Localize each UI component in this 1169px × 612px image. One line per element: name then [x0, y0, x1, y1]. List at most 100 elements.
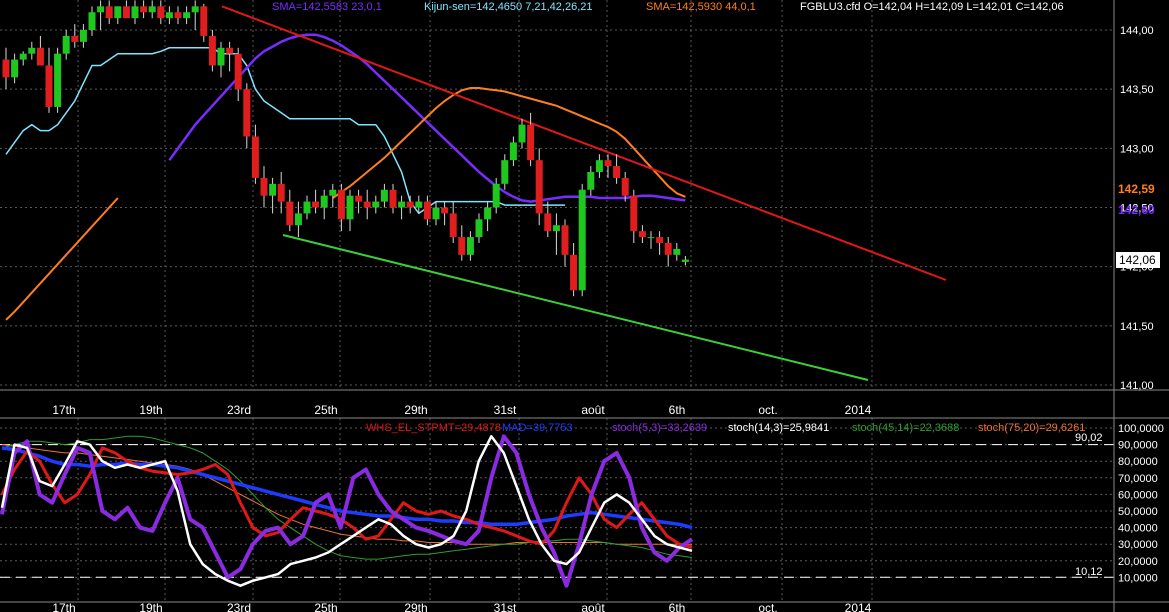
candle-body — [174, 12, 182, 19]
candle-body — [630, 195, 638, 232]
candle-body — [544, 213, 552, 232]
price-tick-label: 141,50 — [1120, 321, 1154, 333]
candle-body — [595, 160, 603, 172]
candle-body — [28, 47, 36, 54]
candle-body — [621, 177, 629, 196]
candle-body — [423, 201, 431, 220]
candle-body — [200, 6, 208, 36]
sma-44-line — [332, 87, 686, 199]
candle-body — [389, 189, 397, 208]
time-tick-label: oct. — [758, 403, 777, 417]
candle-body — [217, 47, 225, 66]
chart-canvas: SMA=142,5583 23,0,1 Kijun-sen=142,4650 7… — [0, 0, 1169, 612]
osc-tick-label: 30,0000 — [1118, 539, 1158, 551]
price-tick-label: 141,00 — [1120, 380, 1154, 392]
candle-body — [269, 183, 277, 196]
candle-body — [638, 231, 646, 238]
candle-body — [518, 124, 526, 143]
candle-body — [561, 225, 569, 255]
candle-body — [157, 6, 165, 19]
candle-body — [148, 6, 156, 13]
osc-tick-label: 90,0000 — [1118, 440, 1158, 452]
time-tick-label: 6th — [669, 403, 686, 417]
header-sma-44: SMA=142,5930 44,0,1 — [646, 1, 756, 13]
header-sma-23: SMA=142,5583 23,0,1 — [272, 1, 382, 13]
candle-body — [656, 237, 664, 243]
time-tick-label-bottom: 31st — [494, 601, 517, 612]
candle-body — [260, 177, 268, 196]
badge-last-price: 142,06 — [1119, 253, 1156, 267]
grid — [0, 0, 1114, 602]
candle-body — [97, 6, 105, 13]
candle-body — [406, 201, 414, 208]
candle-body — [54, 53, 62, 107]
time-tick-label: 25th — [314, 403, 337, 417]
time-tick-label-bottom: 2014 — [845, 601, 872, 612]
osc-tick-label: 100,0000 — [1118, 423, 1164, 435]
candle-body — [320, 195, 328, 208]
time-axis: 17th 19th 23rd 25th 29th 31st août 6th oct. 2014 — [52, 403, 871, 417]
candle-body — [71, 35, 79, 42]
candle-body — [570, 254, 578, 291]
osc-header-mad: MAD=39,7753 — [502, 422, 573, 434]
candle-body — [312, 201, 320, 208]
badge-sma-orange: 142,59 — [1118, 182, 1155, 196]
time-tick-label: 17th — [52, 403, 75, 417]
candle-body — [415, 201, 423, 208]
overlays — [5, 5, 947, 381]
candle-body — [140, 6, 148, 13]
candle-body — [587, 172, 595, 190]
time-tick-label-bottom: août — [581, 601, 605, 612]
candle-body — [372, 201, 380, 208]
candle-body — [346, 195, 354, 220]
candle-body — [509, 142, 517, 161]
mad-line — [1, 446, 693, 530]
candle-body — [114, 6, 122, 19]
header-kijun: Kijun-sen=142,4650 7,21,42,26,21 — [424, 1, 593, 13]
candle-body — [527, 124, 535, 161]
time-tick-label: 19th — [139, 403, 162, 417]
osc-tick-label: 70,0000 — [1118, 473, 1158, 485]
osc-tick-label: 80,0000 — [1118, 456, 1158, 468]
candle-body — [681, 259, 689, 262]
candle-body — [226, 47, 234, 54]
candle-body — [647, 237, 655, 239]
candle-body — [294, 213, 302, 226]
candle-body — [380, 189, 388, 202]
osc-tick-label: 50,0000 — [1118, 506, 1158, 518]
candle-body — [475, 219, 483, 238]
candle-body — [234, 53, 242, 90]
osc-lower-level-label: 10,12 — [1075, 566, 1103, 578]
candle-body — [131, 6, 139, 19]
time-tick-label-bottom: 25th — [314, 601, 337, 612]
candle-body — [11, 59, 19, 78]
osc-tick-label: 10,0000 — [1118, 572, 1158, 584]
candle-body — [303, 201, 311, 214]
candle-body — [286, 201, 294, 226]
time-tick-label-bottom: 17th — [52, 601, 75, 612]
candle-body — [62, 35, 70, 54]
time-tick-label: août — [581, 403, 605, 417]
candle-body — [36, 47, 44, 66]
osc-header-whs: WHS_EL_STPMT=29,4878 — [366, 422, 501, 434]
time-tick-label: 23rd — [227, 403, 251, 417]
candle-body — [165, 12, 173, 19]
candle-body — [664, 243, 672, 255]
candle-body — [604, 160, 612, 167]
osc-header-stoch-45-14: stoch(45,14)=22,3688 — [852, 422, 959, 434]
time-tick-label-bottom: 6th — [669, 601, 686, 612]
candle-body — [441, 207, 449, 214]
badge-sma-purple: 142,60 — [1118, 203, 1155, 217]
time-tick-label-bottom: 19th — [139, 601, 162, 612]
candle-body — [535, 160, 543, 214]
sma-44-line-early — [5, 197, 119, 321]
time-tick-label-bottom: 23rd — [227, 601, 251, 612]
candle-body — [492, 183, 500, 208]
osc-tick-label: 60,0000 — [1118, 489, 1158, 501]
price-tick-label: 143,00 — [1120, 143, 1154, 155]
candle-body — [105, 6, 113, 19]
kijun-sen-line — [5, 47, 565, 215]
price-tick-label: 143,50 — [1120, 84, 1154, 96]
candle-body — [501, 160, 509, 184]
candle-body — [2, 59, 10, 78]
